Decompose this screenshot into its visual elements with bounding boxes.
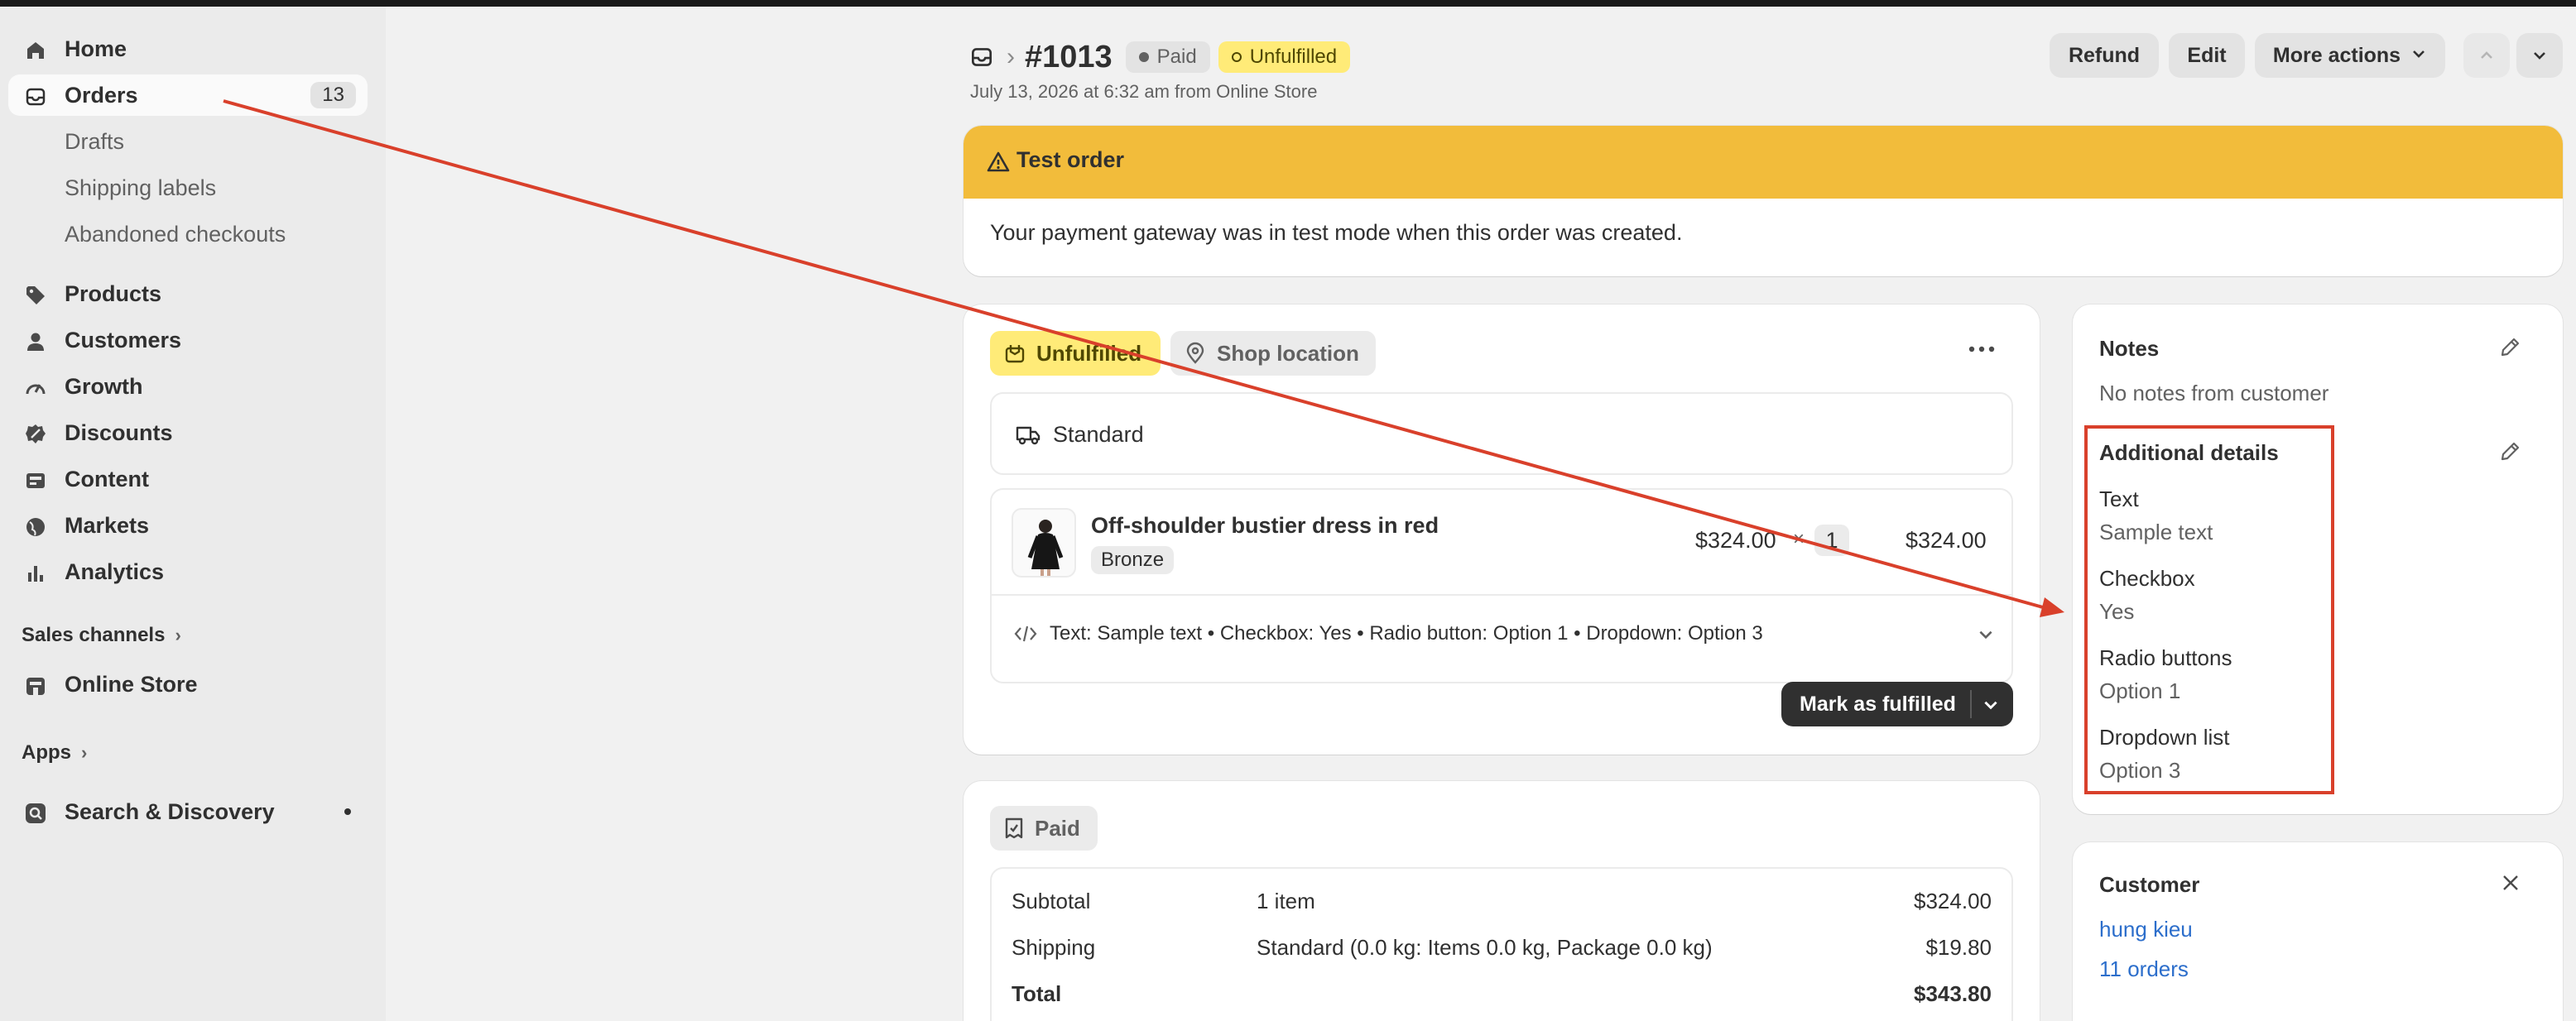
app-root: Home Orders 13 Drafts Shipping labels Ab… bbox=[0, 0, 2576, 1021]
annotation-arrow bbox=[223, 99, 2064, 617]
arrow-head-icon bbox=[2040, 597, 2064, 617]
